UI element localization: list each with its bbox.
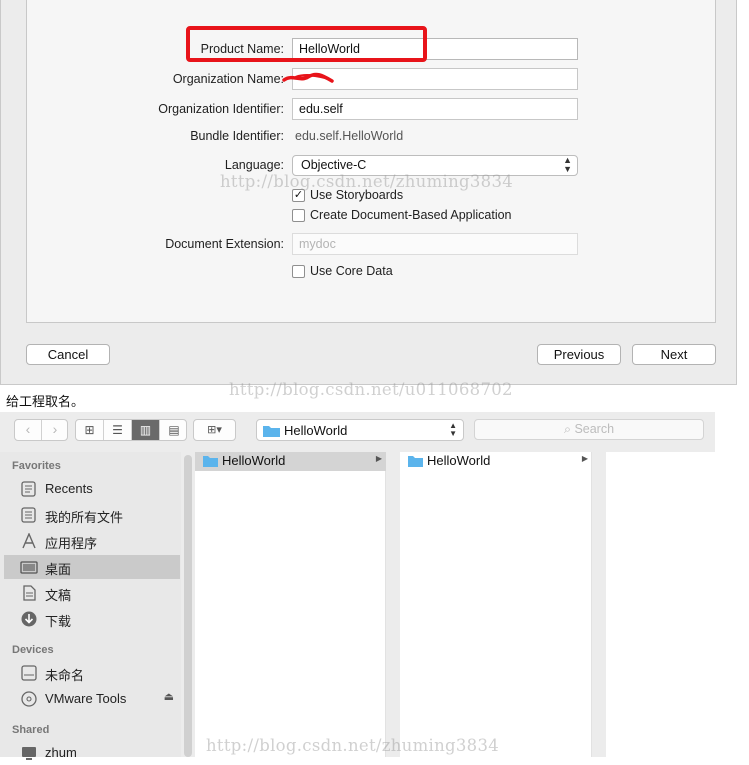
column-view-icon[interactable]: ▥ [132, 420, 160, 440]
org-name-label: Organization Name: [172, 72, 284, 86]
sidebar-item-documents[interactable]: 文稿 [4, 581, 180, 605]
sidebar-item-recents[interactable]: Recents [4, 477, 180, 501]
cover-flow-icon[interactable]: ▤ [160, 420, 186, 440]
downloads-icon [21, 611, 37, 627]
bundle-identifier-label: Bundle Identifier: [190, 129, 284, 143]
sidebar-item-label: 应用程序 [45, 536, 98, 551]
sidebar-item-label: VMware Tools [45, 691, 127, 706]
org-identifier-label: Organization Identifier: [158, 102, 284, 116]
language-label: Language: [224, 158, 284, 172]
sidebar-item-label: 我的所有文件 [45, 510, 124, 525]
favorites-header: Favorites [12, 460, 61, 472]
search-icon: ⌕ [563, 422, 571, 436]
folder-icon [203, 456, 218, 467]
location-popup[interactable]: HelloWorld ▲ ▼ [256, 419, 464, 441]
documents-icon [23, 585, 36, 601]
applications-icon [22, 533, 36, 549]
finder-column-2: HelloWorld ▶ [400, 452, 592, 757]
next-button[interactable]: Next [632, 344, 716, 365]
list-item[interactable]: HelloWorld ▶ [195, 452, 386, 471]
caption-text: 给工程取名。 [6, 394, 85, 409]
org-name-field[interactable] [292, 68, 578, 90]
sidebar-scrollbar[interactable] [184, 455, 192, 757]
sidebar-item-all-files[interactable]: 我的所有文件 [4, 503, 180, 527]
sidebar-item-shared-computer[interactable]: zhum [4, 741, 180, 765]
sidebar-item-label: 文稿 [45, 588, 72, 603]
finder-column-1: HelloWorld ▶ [195, 452, 386, 757]
watermark-text: http://blog.csdn.net/zhuming3834 [220, 172, 514, 191]
previous-button[interactable]: Previous [537, 344, 621, 365]
desktop-icon [20, 561, 38, 574]
document-extension-label: Document Extension: [165, 237, 284, 251]
search-placeholder: Search [574, 422, 615, 436]
cancel-button[interactable]: Cancel [26, 344, 110, 365]
shared-header: Shared [12, 724, 50, 736]
red-highlight-box [186, 26, 427, 62]
sidebar-item-desktop[interactable]: 桌面 [4, 555, 180, 579]
disclosure-arrow-icon: ▶ [375, 454, 382, 463]
core-data-label: Use Core Data [310, 264, 393, 278]
folder-icon [263, 426, 280, 437]
sidebar-item-untitled-disk[interactable]: 未命名 [4, 661, 180, 685]
sidebar-item-label: 未命名 [45, 668, 85, 683]
arrange-menu-icon[interactable]: ⊞▾ [193, 419, 236, 441]
document-extension-field[interactable]: mydoc [292, 233, 578, 255]
nav-buttons: ‹ › [14, 419, 68, 441]
finder-window: ‹ › ⊞ ☰ ▥ ▤ ⊞▾ HelloWorld ▲ ▼ ⌕ Search Fa… [0, 412, 715, 760]
updown-chevron-icon: ▲ ▼ [449, 421, 457, 438]
devices-header: Devices [12, 644, 54, 656]
sidebar-item-vmware-tools[interactable]: VMware Tools ⏏ [4, 687, 180, 711]
language-value: Objective-C [301, 158, 367, 172]
list-view-icon[interactable]: ☰ [104, 420, 132, 440]
view-mode-segment: ⊞ ☰ ▥ ▤ [75, 419, 187, 441]
document-based-checkbox[interactable] [292, 209, 305, 222]
list-item[interactable]: HelloWorld ▶ [400, 452, 592, 471]
updown-chevron-icon: ▲ ▼ [563, 155, 572, 174]
finder-column-3 [606, 452, 715, 757]
sidebar-item-applications[interactable]: 应用程序 [4, 529, 180, 553]
location-label: HelloWorld [284, 423, 348, 438]
all-files-icon [21, 507, 36, 523]
watermark-text: http://blog.csdn.net/u011068702 [229, 380, 513, 399]
folder-icon [408, 456, 423, 467]
disclosure-arrow-icon: ▶ [581, 454, 588, 463]
search-field[interactable]: ⌕ Search [474, 419, 704, 440]
item-label: HelloWorld [222, 453, 286, 468]
icon-view-icon[interactable]: ⊞ [76, 420, 104, 440]
sidebar-item-label: Recents [45, 481, 93, 496]
forward-arrow-icon[interactable]: › [42, 420, 68, 440]
org-identifier-field[interactable]: edu.self [292, 98, 578, 120]
bundle-identifier-value: edu.self.HelloWorld [295, 129, 404, 143]
recents-icon [21, 481, 36, 497]
eject-icon[interactable]: ⏏ [164, 690, 174, 703]
disk-icon [21, 665, 37, 681]
core-data-checkbox[interactable] [292, 265, 305, 278]
watermark-text: http://blog.csdn.net/zhuming3834 [206, 736, 500, 755]
sidebar-item-label: zhum [45, 745, 77, 760]
item-label: HelloWorld [427, 453, 491, 468]
computer-icon [22, 747, 36, 760]
back-arrow-icon[interactable]: ‹ [15, 420, 42, 440]
redaction-scribble [282, 72, 334, 83]
finder-sidebar: Favorites Recents 我的所有文件 应用程序 桌面 文稿 下载 D… [0, 452, 181, 760]
sidebar-item-downloads[interactable]: 下载 [4, 607, 180, 631]
document-based-label: Create Document-Based Application [310, 208, 512, 222]
sidebar-item-label: 桌面 [45, 562, 72, 577]
cd-icon [21, 691, 37, 707]
sidebar-item-label: 下载 [45, 614, 72, 629]
